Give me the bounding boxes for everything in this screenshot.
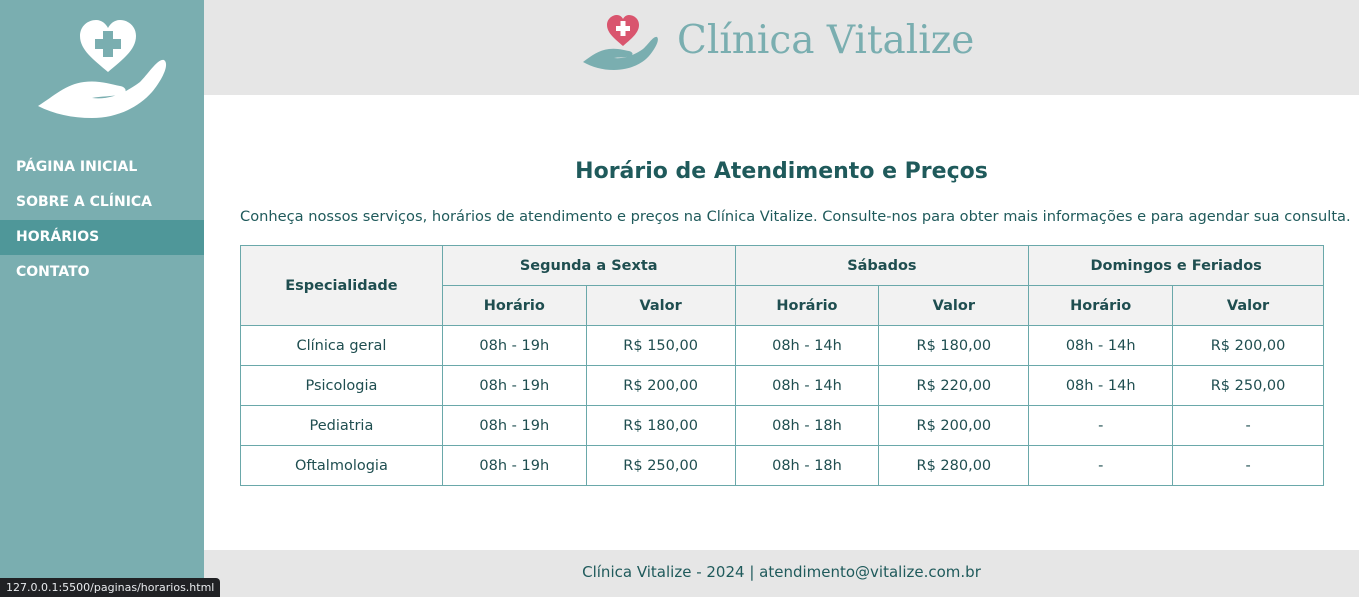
column-header-valor: Valor [585,285,736,326]
table-row: Psicologia 08h - 19h R$ 200,00 08h - 14h… [240,365,1324,406]
table-cell: R$ 220,00 [878,365,1030,406]
heart-hand-icon [583,15,658,70]
table-row: Clínica geral 08h - 19h R$ 150,00 08h - … [240,325,1324,366]
sidebar: PÁGINA INICIAL SOBRE A CLÍNICA HORÁRIOS … [0,0,204,597]
header: Clínica Vitalize [204,0,1359,95]
column-header-especialidade: Especialidade [240,245,443,326]
table-cell: 08h - 14h [734,325,880,366]
table-cell: R$ 200,00 [878,405,1030,446]
table-cell: 08h - 19h [441,445,587,486]
nav-item-pagina-inicial[interactable]: PÁGINA INICIAL [0,150,204,185]
table-cell: Psicologia [240,365,443,406]
column-header-horario: Horário [734,285,880,326]
table-cell: Oftalmologia [240,445,443,486]
table-cell: 08h - 19h [441,325,587,366]
status-bar-url: 127.0.0.1:5500/paginas/horarios.html [0,578,221,597]
group-header-segunda-a-sexta: Segunda a Sexta [441,245,736,286]
column-header-horario: Horário [441,285,587,326]
main-nav: PÁGINA INICIAL SOBRE A CLÍNICA HORÁRIOS … [0,150,204,290]
table-cell: 08h - 19h [441,365,587,406]
table-cell: R$ 250,00 [1172,365,1324,406]
brand-name: Clínica Vitalize [677,18,975,63]
table-cell: R$ 150,00 [585,325,736,366]
table-cell: R$ 200,00 [585,365,736,406]
page-title: Horário de Atendimento e Preços [575,159,988,184]
nav-item-horarios[interactable]: HORÁRIOS [0,220,204,255]
table-cell: - [1172,405,1324,446]
schedule-table: Especialidade Segunda a Sexta Sábados Do… [240,245,1324,486]
intro-text: Conheça nossos serviços, horários de ate… [240,208,1351,225]
table-row: Pediatria 08h - 19h R$ 180,00 08h - 18h … [240,405,1324,446]
table-cell: - [1028,405,1174,446]
heart-hand-icon [38,20,167,118]
group-header-domingos-e-feriados: Domingos e Feriados [1028,245,1324,286]
nav-item-contato[interactable]: CONTATO [0,255,204,290]
nav-item-sobre-a-clinica[interactable]: SOBRE A CLÍNICA [0,185,204,220]
table-cell: R$ 250,00 [585,445,736,486]
table-cell: 08h - 14h [1028,365,1174,406]
table-cell: Pediatria [240,405,443,446]
table-cell: 08h - 18h [734,445,880,486]
main-content: Horário de Atendimento e Preços Conheça … [204,95,1359,550]
table-cell: R$ 280,00 [878,445,1030,486]
column-header-valor: Valor [878,285,1030,326]
table-cell: 08h - 14h [1028,325,1174,366]
column-header-valor: Valor [1172,285,1324,326]
table-cell: 08h - 18h [734,405,880,446]
column-header-horario: Horário [1028,285,1174,326]
group-header-sabados: Sábados [734,245,1030,286]
table-cell: R$ 180,00 [585,405,736,446]
table-cell: - [1028,445,1174,486]
table-cell: 08h - 14h [734,365,880,406]
table-row: Oftalmologia 08h - 19h R$ 250,00 08h - 1… [240,445,1324,486]
table-cell: R$ 180,00 [878,325,1030,366]
table-cell: 08h - 19h [441,405,587,446]
table-cell: R$ 200,00 [1172,325,1324,366]
footer-text: Clínica Vitalize - 2024 | atendimento@vi… [582,563,981,581]
footer: Clínica Vitalize - 2024 | atendimento@vi… [204,550,1359,597]
table-cell: Clínica geral [240,325,443,366]
table-cell: - [1172,445,1324,486]
